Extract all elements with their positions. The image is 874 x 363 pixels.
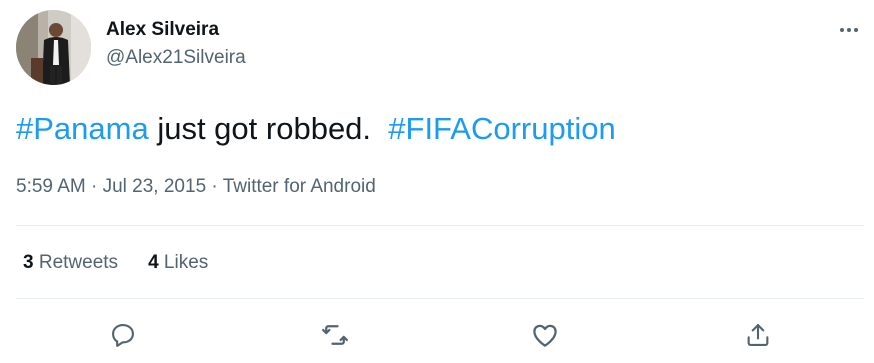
source-link[interactable]: Twitter for Android	[223, 176, 376, 197]
like-icon[interactable]	[525, 315, 565, 355]
likes-label: Likes	[158, 252, 209, 273]
more-dot	[854, 28, 858, 32]
retweet-icon[interactable]	[315, 315, 355, 355]
reply-icon[interactable]	[103, 315, 143, 355]
display-name[interactable]: Alex Silveira	[106, 18, 246, 42]
tweet-text: #Panama just got robbed. #FIFACorruption	[16, 109, 616, 149]
meta-separator: ·	[85, 176, 103, 197]
divider	[16, 225, 864, 226]
timestamp-date[interactable]: Jul 23, 2015	[103, 176, 207, 197]
action-bar	[0, 315, 874, 355]
timestamp-time[interactable]: 5:59 AM	[16, 176, 86, 197]
user-handle[interactable]: @Alex21Silveira	[106, 46, 246, 70]
hashtag-link[interactable]: #Panama	[16, 111, 149, 146]
divider	[16, 298, 864, 299]
retweets-stat[interactable]: 3 Retweets	[23, 251, 118, 275]
meta-separator: ·	[206, 176, 223, 197]
likes-stat[interactable]: 4 Likes	[148, 251, 208, 275]
tweet-stats: 3 Retweets 4 Likes	[23, 251, 238, 275]
tweet: Alex Silveira @Alex21Silveira #Panama ju…	[0, 0, 874, 363]
more-dot	[840, 28, 844, 32]
more-dot	[847, 28, 851, 32]
more-icon[interactable]	[834, 18, 864, 42]
retweets-count: 3	[23, 252, 34, 273]
tweet-meta: 5:59 AM · Jul 23, 2015 · Twitter for And…	[16, 175, 376, 199]
retweets-label: Retweets	[33, 252, 119, 273]
author-info: Alex Silveira @Alex21Silveira	[106, 18, 246, 70]
tweet-text-segment: just got robbed.	[148, 111, 389, 146]
hashtag-link[interactable]: #FIFACorruption	[388, 111, 615, 146]
likes-count: 4	[148, 252, 159, 273]
share-icon[interactable]	[738, 315, 778, 355]
avatar-image	[16, 10, 91, 85]
avatar[interactable]	[16, 10, 91, 85]
